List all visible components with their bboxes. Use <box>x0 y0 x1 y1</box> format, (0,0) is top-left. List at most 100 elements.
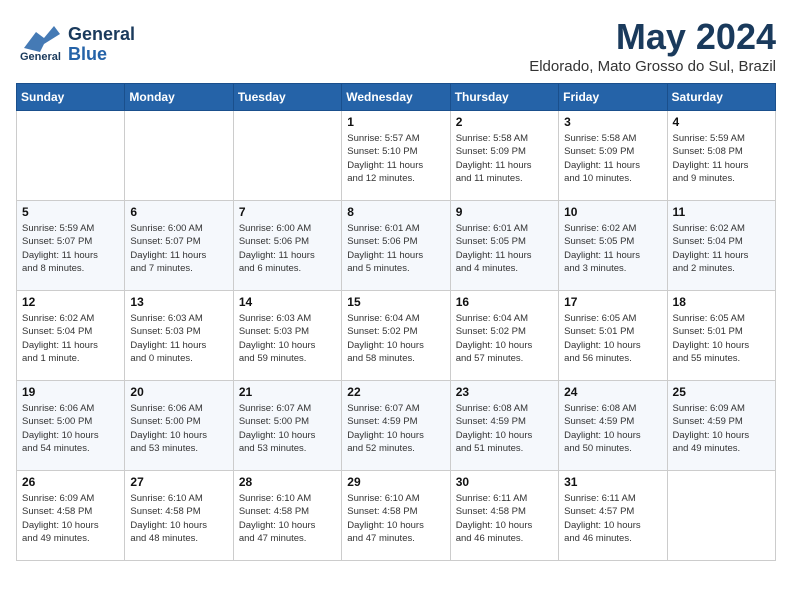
day-number: 23 <box>456 385 553 399</box>
day-content: Sunrise: 6:05 AMSunset: 5:01 PMDaylight:… <box>673 312 770 365</box>
month-title: May 2024 <box>529 16 776 58</box>
day-number: 22 <box>347 385 444 399</box>
day-number: 11 <box>673 205 770 219</box>
header-wednesday: Wednesday <box>342 84 450 111</box>
svg-text:Blue: Blue <box>20 63 44 64</box>
day-content: Sunrise: 6:03 AMSunset: 5:03 PMDaylight:… <box>239 312 336 365</box>
calendar-cell <box>233 111 341 201</box>
calendar-week-1: 1 Sunrise: 5:57 AMSunset: 5:10 PMDaylight… <box>17 111 776 201</box>
day-number: 6 <box>130 205 227 219</box>
calendar-week-3: 12 Sunrise: 6:02 AMSunset: 5:04 PMDayligh… <box>17 291 776 381</box>
calendar-cell: 4Sunrise: 5:59 AMSunset: 5:08 PMDaylight… <box>667 111 775 201</box>
day-content: Sunrise: 5:58 AMSunset: 5:09 PMDaylight:… <box>564 132 661 185</box>
calendar-cell: 10 Sunrise: 6:02 AMSunset: 5:05 PMDayligh… <box>559 201 667 291</box>
day-content: Sunrise: 6:04 AMSunset: 5:02 PMDaylight:… <box>456 312 553 365</box>
day-number: 5 <box>22 205 119 219</box>
calendar-cell: 1 Sunrise: 5:57 AMSunset: 5:10 PMDaylight… <box>342 111 450 201</box>
calendar-cell: 29Sunrise: 6:10 AMSunset: 4:58 PMDayligh… <box>342 471 450 561</box>
calendar-cell <box>125 111 233 201</box>
day-content: Sunrise: 6:04 AMSunset: 5:02 PMDaylight:… <box>347 312 444 365</box>
logo-svg: General Blue <box>16 16 64 64</box>
calendar-cell: 7Sunrise: 6:00 AMSunset: 5:06 PMDaylight… <box>233 201 341 291</box>
calendar-cell: 18 Sunrise: 6:05 AMSunset: 5:01 PMDayligh… <box>667 291 775 381</box>
day-content: Sunrise: 6:01 AMSunset: 5:06 PMDaylight:… <box>347 222 444 275</box>
day-number: 25 <box>673 385 770 399</box>
day-number: 16 <box>456 295 553 309</box>
calendar-cell: 9 Sunrise: 6:01 AMSunset: 5:05 PMDaylight… <box>450 201 558 291</box>
calendar-cell: 3 Sunrise: 5:58 AMSunset: 5:09 PMDaylight… <box>559 111 667 201</box>
header-friday: Friday <box>559 84 667 111</box>
calendar-cell <box>667 471 775 561</box>
calendar-cell: 26 Sunrise: 6:09 AMSunset: 4:58 PMDayligh… <box>17 471 125 561</box>
calendar-cell: 13 Sunrise: 6:03 AMSunset: 5:03 PMDayligh… <box>125 291 233 381</box>
calendar-week-2: 5 Sunrise: 5:59 AMSunset: 5:07 PMDaylight… <box>17 201 776 291</box>
day-number: 13 <box>130 295 227 309</box>
day-content: Sunrise: 6:01 AMSunset: 5:05 PMDaylight:… <box>456 222 553 275</box>
day-number: 4 <box>673 115 770 129</box>
calendar-cell: 14 Sunrise: 6:03 AMSunset: 5:03 PMDayligh… <box>233 291 341 381</box>
day-number: 8 <box>347 205 444 219</box>
day-content: Sunrise: 6:06 AMSunset: 5:00 PMDaylight:… <box>130 402 227 455</box>
day-number: 19 <box>22 385 119 399</box>
calendar-cell: 24Sunrise: 6:08 AMSunset: 4:59 PMDayligh… <box>559 381 667 471</box>
day-number: 3 <box>564 115 661 129</box>
calendar-cell: 2 Sunrise: 5:58 AMSunset: 5:09 PMDaylight… <box>450 111 558 201</box>
calendar-cell: 11 Sunrise: 6:02 AMSunset: 5:04 PMDayligh… <box>667 201 775 291</box>
day-number: 26 <box>22 475 119 489</box>
day-number: 29 <box>347 475 444 489</box>
logo: General Blue General Blue <box>16 16 135 69</box>
calendar-cell: 17Sunrise: 6:05 AMSunset: 5:01 PMDayligh… <box>559 291 667 381</box>
day-number: 9 <box>456 205 553 219</box>
day-content: Sunrise: 5:57 AMSunset: 5:10 PMDaylight:… <box>347 132 444 185</box>
day-content: Sunrise: 5:59 AMSunset: 5:07 PMDaylight:… <box>22 222 119 275</box>
day-content: Sunrise: 5:58 AMSunset: 5:09 PMDaylight:… <box>456 132 553 185</box>
day-content: Sunrise: 6:07 AMSunset: 5:00 PMDaylight:… <box>239 402 336 455</box>
day-number: 30 <box>456 475 553 489</box>
calendar-cell: 31Sunrise: 6:11 AMSunset: 4:57 PMDayligh… <box>559 471 667 561</box>
calendar-cell: 23 Sunrise: 6:08 AMSunset: 4:59 PMDayligh… <box>450 381 558 471</box>
calendar-table: SundayMondayTuesdayWednesdayThursdayFrid… <box>16 83 776 561</box>
day-content: Sunrise: 6:00 AMSunset: 5:07 PMDaylight:… <box>130 222 227 275</box>
day-number: 12 <box>22 295 119 309</box>
day-number: 2 <box>456 115 553 129</box>
calendar-cell: 27Sunrise: 6:10 AMSunset: 4:58 PMDayligh… <box>125 471 233 561</box>
day-content: Sunrise: 6:02 AMSunset: 5:05 PMDaylight:… <box>564 222 661 275</box>
day-number: 20 <box>130 385 227 399</box>
calendar-cell: 16 Sunrise: 6:04 AMSunset: 5:02 PMDayligh… <box>450 291 558 381</box>
day-number: 15 <box>347 295 444 309</box>
day-number: 27 <box>130 475 227 489</box>
day-content: Sunrise: 6:11 AMSunset: 4:57 PMDaylight:… <box>564 492 661 545</box>
calendar-cell: 21 Sunrise: 6:07 AMSunset: 5:00 PMDayligh… <box>233 381 341 471</box>
day-number: 10 <box>564 205 661 219</box>
day-content: Sunrise: 6:11 AMSunset: 4:58 PMDaylight:… <box>456 492 553 545</box>
logo-blue-text: Blue <box>68 45 135 65</box>
day-content: Sunrise: 6:02 AMSunset: 5:04 PMDaylight:… <box>673 222 770 275</box>
day-content: Sunrise: 6:09 AMSunset: 4:58 PMDaylight:… <box>22 492 119 545</box>
day-content: Sunrise: 6:03 AMSunset: 5:03 PMDaylight:… <box>130 312 227 365</box>
day-content: Sunrise: 6:02 AMSunset: 5:04 PMDaylight:… <box>22 312 119 365</box>
day-content: Sunrise: 6:10 AMSunset: 4:58 PMDaylight:… <box>239 492 336 545</box>
calendar-cell: 12 Sunrise: 6:02 AMSunset: 5:04 PMDayligh… <box>17 291 125 381</box>
header-tuesday: Tuesday <box>233 84 341 111</box>
day-number: 14 <box>239 295 336 309</box>
header-saturday: Saturday <box>667 84 775 111</box>
day-content: Sunrise: 6:08 AMSunset: 4:59 PMDaylight:… <box>456 402 553 455</box>
logo-general-text: General <box>68 25 135 45</box>
svg-text:General: General <box>20 51 61 63</box>
day-number: 18 <box>673 295 770 309</box>
calendar-cell: 22 Sunrise: 6:07 AMSunset: 4:59 PMDayligh… <box>342 381 450 471</box>
day-content: Sunrise: 6:00 AMSunset: 5:06 PMDaylight:… <box>239 222 336 275</box>
day-content: Sunrise: 6:05 AMSunset: 5:01 PMDaylight:… <box>564 312 661 365</box>
page-header: General Blue General Blue May 2024 Eldor… <box>16 16 776 75</box>
calendar-cell: 19Sunrise: 6:06 AMSunset: 5:00 PMDayligh… <box>17 381 125 471</box>
title-block: May 2024 Eldorado, Mato Grosso do Sul, B… <box>529 16 776 75</box>
day-content: Sunrise: 6:07 AMSunset: 4:59 PMDaylight:… <box>347 402 444 455</box>
calendar-cell: 5 Sunrise: 5:59 AMSunset: 5:07 PMDaylight… <box>17 201 125 291</box>
day-number: 1 <box>347 115 444 129</box>
calendar-cell: 15 Sunrise: 6:04 AMSunset: 5:02 PMDayligh… <box>342 291 450 381</box>
calendar-cell: 25 Sunrise: 6:09 AMSunset: 4:59 PMDayligh… <box>667 381 775 471</box>
day-number: 28 <box>239 475 336 489</box>
day-content: Sunrise: 6:09 AMSunset: 4:59 PMDaylight:… <box>673 402 770 455</box>
day-content: Sunrise: 6:08 AMSunset: 4:59 PMDaylight:… <box>564 402 661 455</box>
day-number: 21 <box>239 385 336 399</box>
